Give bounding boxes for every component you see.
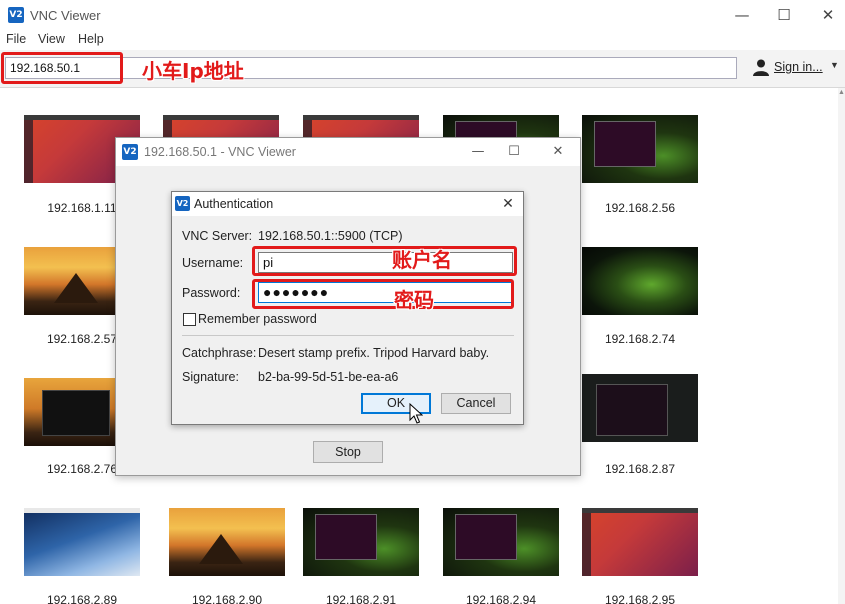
thumbnail-label: 192.168.2.90: [191, 593, 263, 604]
title-bar: V2 VNC Viewer — ☐ ✕: [0, 0, 845, 30]
minimize-button[interactable]: —: [722, 3, 762, 27]
thumbnail-192-168-2-95[interactable]: [582, 508, 698, 576]
sign-in-button[interactable]: Sign in...: [774, 60, 823, 74]
thumbnail-label: 192.168.2.74: [604, 332, 676, 346]
thumbnail-label: 192.168.2.89: [46, 593, 118, 604]
cancel-button[interactable]: Cancel: [441, 393, 511, 414]
catchphrase-value: Desert stamp prefix. Tripod Harvard baby…: [258, 346, 490, 360]
thumbnail-label: 192.168.2.91: [325, 593, 397, 604]
password-annotation: 密码: [394, 288, 434, 312]
remember-password-label[interactable]: Remember password: [198, 312, 317, 326]
chevron-down-icon[interactable]: ▼: [830, 60, 839, 70]
thumbnail-192-168-2-91[interactable]: [303, 508, 419, 576]
menu-help[interactable]: Help: [78, 32, 104, 46]
connection-window-title: 192.168.50.1 - VNC Viewer: [144, 145, 296, 159]
vnc-logo-icon: V2: [175, 196, 190, 211]
close-button[interactable]: ✕: [808, 3, 845, 27]
address-annotation: 小车Ip地址: [142, 59, 244, 83]
mouse-pointer-icon: [409, 403, 423, 424]
thumbnail-label: 192.168.2.56: [604, 201, 676, 215]
thumbnail-192-168-2-94[interactable]: [443, 508, 559, 576]
thumbnail-192-168-2-87[interactable]: [582, 374, 698, 442]
menu-file[interactable]: File: [6, 32, 26, 46]
thumbnail-192-168-2-89[interactable]: [24, 508, 140, 576]
thumbnail-192-168-2-74[interactable]: [582, 247, 698, 315]
auth-titlebar: V2 Authentication ✕: [172, 192, 523, 216]
auth-title: Authentication: [194, 197, 274, 211]
vnc-logo-icon: V2: [122, 144, 138, 160]
username-highlight-box: [252, 246, 517, 276]
signature-label: Signature:: [182, 370, 239, 384]
user-icon[interactable]: [752, 58, 770, 76]
connection-window-titlebar: V2 192.168.50.1 - VNC Viewer — ☐ ✕: [116, 138, 580, 166]
window-title: VNC Viewer: [30, 8, 101, 23]
catchphrase-label: Catchphrase:: [182, 346, 257, 360]
password-label: Password:: [182, 286, 241, 300]
username-label: Username:: [182, 256, 244, 270]
server-value: 192.168.50.1::5900 (TCP): [258, 229, 403, 243]
thumbnail-192-168-2-90[interactable]: [169, 508, 285, 576]
menu-bar: File View Help: [0, 30, 845, 50]
username-annotation: 账户名: [392, 248, 452, 272]
maximize-button[interactable]: ☐: [764, 3, 804, 27]
password-highlight-box: [252, 279, 514, 309]
minimize-button[interactable]: —: [460, 141, 496, 163]
divider: [182, 335, 514, 336]
thumbnail-label: 192.168.2.95: [604, 593, 676, 604]
menu-view[interactable]: View: [38, 32, 65, 46]
close-button[interactable]: ✕: [540, 141, 576, 163]
remember-password-checkbox[interactable]: [183, 313, 196, 326]
vnc-logo-icon: V2: [8, 7, 24, 23]
stop-button[interactable]: Stop: [313, 441, 383, 463]
scrollbar[interactable]: [838, 88, 845, 604]
thumbnail-label: 192.168.2.87: [604, 462, 676, 476]
close-icon[interactable]: ✕: [498, 194, 518, 214]
address-highlight-box: [1, 52, 123, 84]
maximize-button[interactable]: ☐: [496, 141, 532, 163]
thumbnail-192-168-2-56[interactable]: [582, 115, 698, 183]
scroll-up-arrow-icon[interactable]: ▲: [838, 89, 845, 96]
server-label: VNC Server:: [182, 229, 253, 243]
thumbnail-label: 192.168.2.94: [465, 593, 537, 604]
toolbar: Sign in... ▼: [0, 50, 845, 88]
signature-value: b2-ba-99-5d-51-be-ea-a6: [258, 370, 399, 384]
